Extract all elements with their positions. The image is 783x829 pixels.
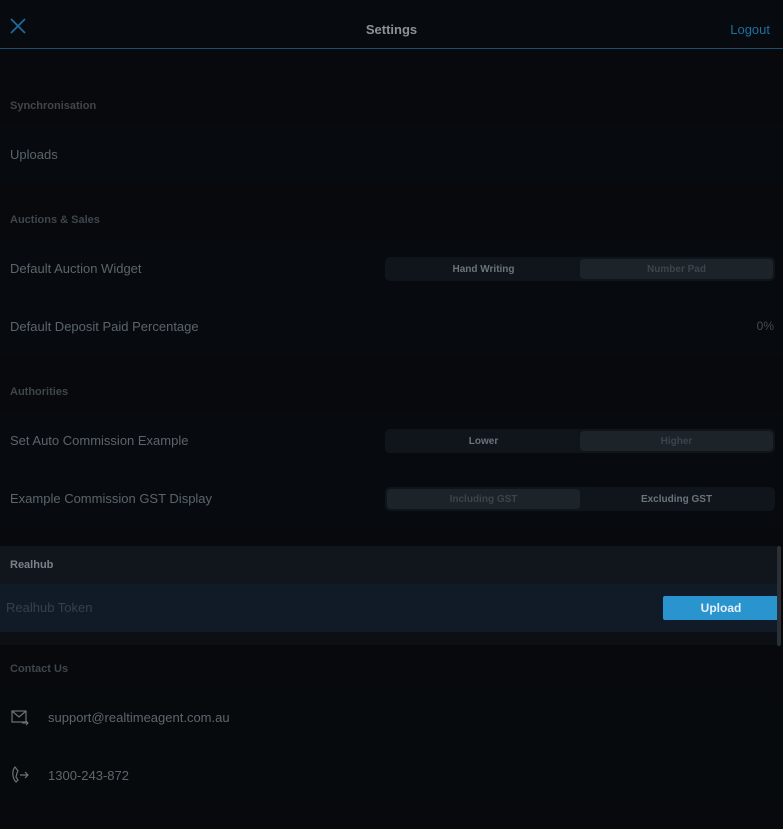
segment-number-pad[interactable]: Number Pad — [580, 259, 773, 279]
mail-icon — [10, 707, 30, 727]
section-title-auctions-sales: Auctions & Sales — [10, 214, 100, 226]
auto-commission-row: Set Auto Commission Example Lower Higher — [0, 411, 783, 469]
section-title-contact: Contact Us — [10, 663, 69, 675]
default-deposit-value: 0% — [756, 319, 774, 333]
default-deposit-label: Default Deposit Paid Percentage — [10, 319, 199, 334]
gst-display-label: Example Commission GST Display — [10, 491, 213, 506]
segment-including-gst[interactable]: Including GST — [387, 489, 580, 509]
section-title-realhub: Realhub — [10, 559, 54, 571]
uploads-row[interactable]: Uploads — [0, 125, 783, 183]
scrollbar[interactable] — [777, 546, 781, 646]
contact-phone-row[interactable]: 1300-243-872 — [0, 747, 783, 805]
realhub-token-row: Realhub Token Upload — [0, 584, 779, 632]
default-deposit-row[interactable]: Default Deposit Paid Percentage 0% — [0, 297, 783, 355]
upload-button[interactable]: Upload — [663, 596, 779, 620]
realhub-section-footer — [0, 632, 777, 645]
segment-hand-writing[interactable]: Hand Writing — [387, 259, 580, 279]
contact-email-row[interactable]: support@realtimeagent.com.au — [0, 689, 783, 747]
header-bar: Settings Logout — [0, 0, 783, 49]
section-title-authorities: Authorities — [10, 386, 69, 398]
segment-excluding-gst[interactable]: Excluding GST — [580, 489, 773, 509]
auto-commission-label: Set Auto Commission Example — [10, 433, 189, 448]
realhub-section-header: Realhub — [0, 546, 777, 584]
segment-lower[interactable]: Lower — [387, 431, 580, 451]
gst-display-row: Example Commission GST Display Including… — [0, 469, 783, 527]
contact-phone[interactable]: 1300-243-872 — [48, 768, 129, 783]
realhub-token-label: Realhub Token — [6, 600, 93, 615]
auction-widget-segmented-control: Hand Writing Number Pad — [385, 257, 775, 281]
logout-button[interactable]: Logout — [730, 22, 770, 37]
gst-display-segmented-control: Including GST Excluding GST — [385, 487, 775, 511]
auto-commission-segmented-control: Lower Higher — [385, 429, 775, 453]
page-title: Settings — [365, 22, 418, 37]
section-title-synchronisation: Synchronisation — [10, 100, 97, 112]
default-auction-widget-label: Default Auction Widget — [10, 261, 142, 276]
default-auction-widget-row: Default Auction Widget Hand Writing Numb… — [0, 239, 783, 297]
contact-email[interactable]: support@realtimeagent.com.au — [48, 710, 230, 725]
uploads-label: Uploads — [10, 147, 58, 162]
settings-screen: Settings Logout Synchronisation Uploads … — [0, 0, 783, 829]
segment-higher[interactable]: Higher — [580, 431, 773, 451]
phone-icon — [10, 765, 30, 785]
